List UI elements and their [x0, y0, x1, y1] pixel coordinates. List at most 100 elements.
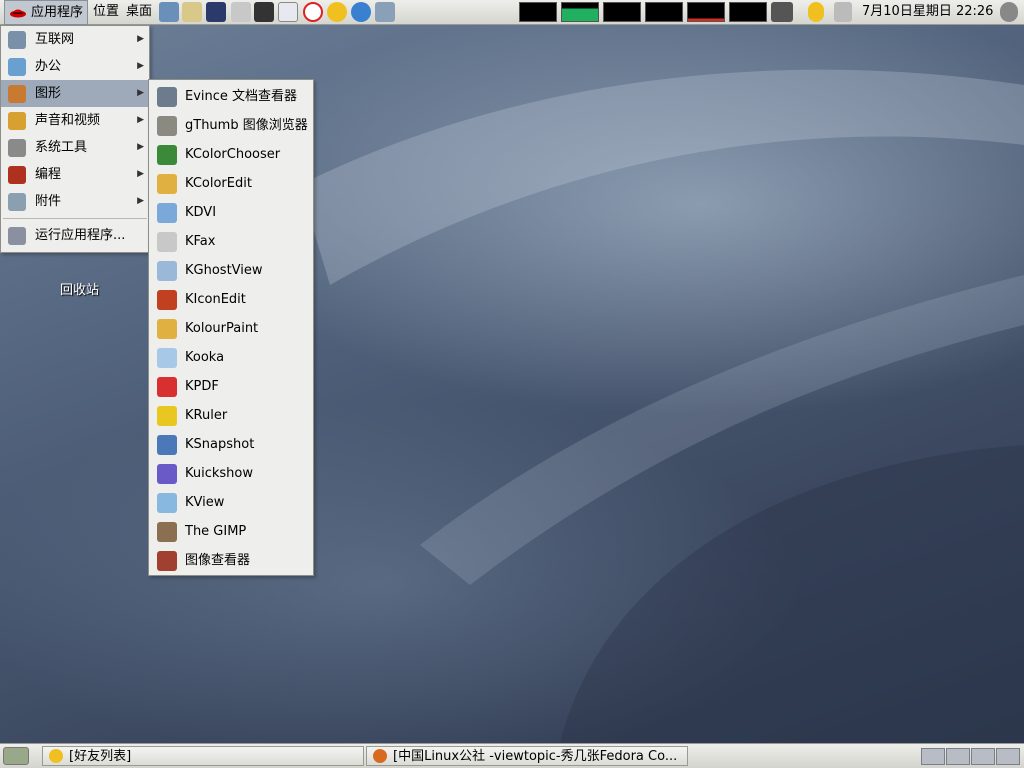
- task-firefox[interactable]: [中国Linux公社 -viewtopic-秀几张Fedora Co...: [366, 746, 688, 766]
- run-application-item[interactable]: 运行应用程序...: [1, 222, 149, 249]
- menu-item-label: 系统工具: [35, 140, 88, 155]
- mail-icon[interactable]: [182, 2, 202, 22]
- scanner-icon: [157, 348, 177, 368]
- task-label: [好友列表]: [69, 749, 132, 764]
- workspace-3[interactable]: [971, 748, 995, 765]
- graphics-item-9[interactable]: KolourPaint: [149, 314, 313, 343]
- places-menu-button[interactable]: 位置: [89, 0, 123, 24]
- applications-menu: 互联网 ▶ 办公 ▶ 图形 ▶ 声音和视频 ▶ 系统工具 ▶ 编程 ▶ 附件 ▶ 运行应用程序...: [0, 25, 150, 253]
- qq-icon[interactable]: [351, 2, 371, 22]
- trash-label[interactable]: 回收站: [60, 279, 99, 298]
- menu-item-3[interactable]: 图形 ▶: [1, 80, 149, 107]
- globe-icon: [8, 31, 26, 49]
- graphics-item-label: KColorChooser: [185, 147, 281, 162]
- graphics-item-label: KFax: [185, 234, 216, 249]
- graphics-item-7[interactable]: KGhostView: [149, 256, 313, 285]
- workspace-1[interactable]: [921, 748, 945, 765]
- menu-item-label: 声音和视频: [35, 113, 101, 128]
- submenu-arrow-icon: ▶: [137, 88, 144, 98]
- submenu-arrow-icon: ▶: [137, 196, 144, 206]
- graphics-item-10[interactable]: Kooka: [149, 343, 313, 372]
- screenshot-icon[interactable]: [231, 2, 251, 22]
- desktop-menu-button[interactable]: 桌面: [122, 0, 156, 24]
- menu-item-label: 办公: [35, 59, 62, 74]
- paint-icon: [157, 319, 177, 339]
- tools-icon: [8, 139, 26, 157]
- evince-icon: [157, 87, 177, 107]
- image-viewer-icon: [157, 551, 177, 571]
- menu-item-label: 互联网: [35, 32, 75, 47]
- graphics-item-5[interactable]: KDVI: [149, 198, 313, 227]
- task-buddy-list[interactable]: [好友列表]: [42, 746, 364, 766]
- menu-item-label: 图形: [35, 86, 62, 101]
- memory-monitor[interactable]: [561, 2, 599, 22]
- messenger-icon[interactable]: [327, 2, 347, 22]
- ruler-icon: [157, 406, 177, 426]
- office-icon: [8, 58, 26, 76]
- submenu-arrow-icon: ▶: [137, 169, 144, 179]
- graphics-submenu: Evince 文档查看器 gThumb 图像浏览器 KColorChooser KCo…: [148, 79, 314, 576]
- graphics-item-label: KColorEdit: [185, 176, 252, 191]
- workspace-2[interactable]: [946, 748, 970, 765]
- palette-icon: [157, 174, 177, 194]
- graphics-item-label: KIconEdit: [185, 292, 246, 307]
- ghostview-icon: [157, 261, 177, 281]
- tool-icon[interactable]: [375, 2, 395, 22]
- graphics-item-label: KSnapshot: [185, 437, 255, 452]
- graphics-item-17[interactable]: 图像查看器: [149, 546, 313, 575]
- network-monitor[interactable]: [603, 2, 641, 22]
- graphics-item-8[interactable]: KIconEdit: [149, 285, 313, 314]
- graphics-item-label: Kuickshow: [185, 466, 254, 481]
- graphics-item-label: KRuler: [185, 408, 228, 423]
- graphics-item-label: The GIMP: [185, 524, 247, 539]
- graphics-item-4[interactable]: KColorEdit: [149, 169, 313, 198]
- graphics-item-15[interactable]: KView: [149, 488, 313, 517]
- submenu-arrow-icon: ▶: [137, 61, 144, 71]
- network-status-icon[interactable]: [771, 2, 793, 22]
- gimp-icon: [157, 522, 177, 542]
- graphics-item-13[interactable]: KSnapshot: [149, 430, 313, 459]
- camera-icon[interactable]: [254, 2, 274, 22]
- workspace-4[interactable]: [996, 748, 1020, 765]
- applications-menu-button[interactable]: 应用程序: [4, 0, 89, 25]
- opera-icon[interactable]: [303, 2, 323, 22]
- menu-item-1[interactable]: 互联网 ▶: [1, 26, 149, 53]
- graphics-item-1[interactable]: Evince 文档查看器: [149, 82, 313, 111]
- buddy-icon: [49, 749, 63, 763]
- terminal-icon[interactable]: [206, 2, 226, 22]
- clock[interactable]: 7月10日星期日 22:26: [862, 0, 993, 24]
- browser-icon[interactable]: [159, 2, 179, 22]
- graphics-item-14[interactable]: Kuickshow: [149, 459, 313, 488]
- menu-item-5[interactable]: 系统工具 ▶: [1, 134, 149, 161]
- graphics-item-3[interactable]: KColorChooser: [149, 140, 313, 169]
- load-monitor[interactable]: [687, 2, 725, 22]
- user-icon[interactable]: [808, 2, 824, 22]
- bottom-panel: [好友列表] [中国Linux公社 -viewtopic-秀几张Fedora C…: [0, 743, 1024, 768]
- graphics-item-6[interactable]: KFax: [149, 227, 313, 256]
- task-label: [中国Linux公社 -viewtopic-秀几张Fedora Co...: [393, 749, 678, 764]
- cpu-monitor[interactable]: [519, 2, 557, 22]
- graphics-item-2[interactable]: gThumb 图像浏览器: [149, 111, 313, 140]
- run-label: 运行应用程序...: [35, 228, 126, 243]
- disk-monitor[interactable]: [729, 2, 767, 22]
- graphics-item-16[interactable]: The GIMP: [149, 517, 313, 546]
- menu-item-2[interactable]: 办公 ▶: [1, 53, 149, 80]
- graphics-item-label: Evince 文档查看器: [185, 89, 298, 104]
- graphics-item-label: KPDF: [185, 379, 219, 394]
- kview-icon: [157, 493, 177, 513]
- menu-item-6[interactable]: 编程 ▶: [1, 161, 149, 188]
- printer-icon[interactable]: [834, 2, 852, 22]
- fax-icon: [157, 232, 177, 252]
- graphics-item-11[interactable]: KPDF: [149, 372, 313, 401]
- graphics-item-12[interactable]: KRuler: [149, 401, 313, 430]
- kuickshow-icon: [157, 464, 177, 484]
- menu-item-4[interactable]: 声音和视频 ▶: [1, 107, 149, 134]
- swap-monitor[interactable]: [645, 2, 683, 22]
- menu-item-7[interactable]: 附件 ▶: [1, 188, 149, 215]
- show-desktop-icon[interactable]: [3, 747, 29, 765]
- graphics-item-label: KView: [185, 495, 225, 510]
- run-icon: [8, 227, 26, 245]
- player-icon[interactable]: [278, 2, 298, 22]
- volume-icon[interactable]: [1000, 2, 1018, 22]
- media-icon: [8, 112, 26, 130]
